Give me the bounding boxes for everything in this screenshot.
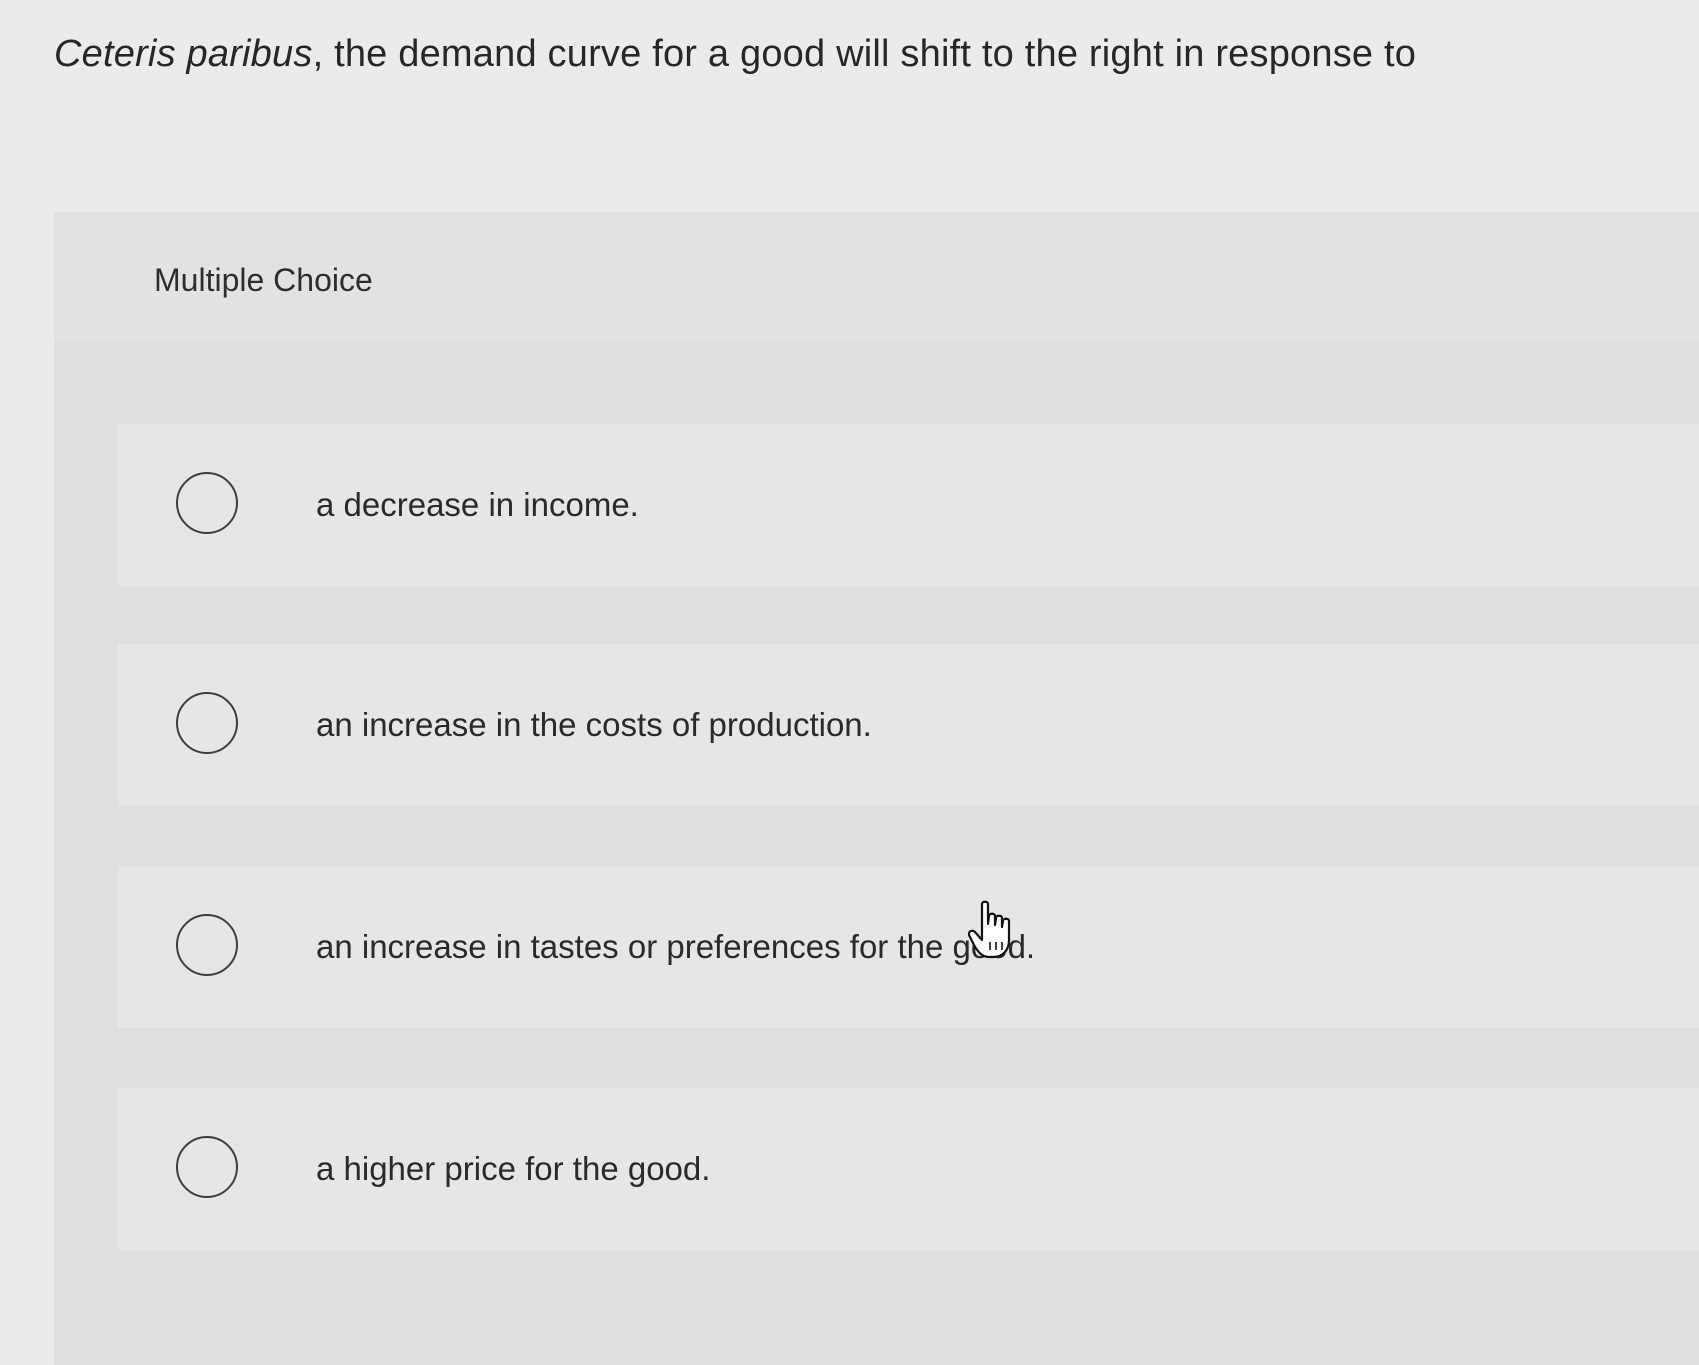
multiple-choice-label: Multiple Choice xyxy=(154,262,373,298)
answer-option-label: a decrease in income. xyxy=(316,486,639,523)
question-rest: , the demand curve for a good will shift… xyxy=(312,33,1417,75)
answer-option-label: an increase in the costs of production. xyxy=(316,706,872,743)
radio-button[interactable] xyxy=(176,1136,238,1198)
answer-option-4[interactable]: a higher price for the good. xyxy=(118,1088,1699,1250)
answer-option-label: an increase in tastes or preferences for… xyxy=(316,928,1036,965)
panel-header: Multiple Choice xyxy=(54,212,1699,342)
answer-option-2[interactable]: an increase in the costs of production. xyxy=(118,644,1699,806)
answer-option-label: a higher price for the good. xyxy=(316,1150,711,1187)
hand-pointer-icon xyxy=(967,900,1020,960)
answer-option-1[interactable]: a decrease in income. xyxy=(118,424,1699,586)
answer-option-3[interactable]: an increase in tastes or preferences for… xyxy=(118,866,1699,1028)
radio-button[interactable] xyxy=(176,914,238,976)
question-text: Ceteris paribus, the demand curve for a … xyxy=(54,28,1614,81)
radio-button[interactable] xyxy=(176,472,238,534)
question-italic-prefix: Ceteris paribus xyxy=(54,33,313,75)
multiple-choice-panel: Multiple Choice a decrease in income. an… xyxy=(54,212,1699,1365)
radio-button[interactable] xyxy=(176,692,238,754)
